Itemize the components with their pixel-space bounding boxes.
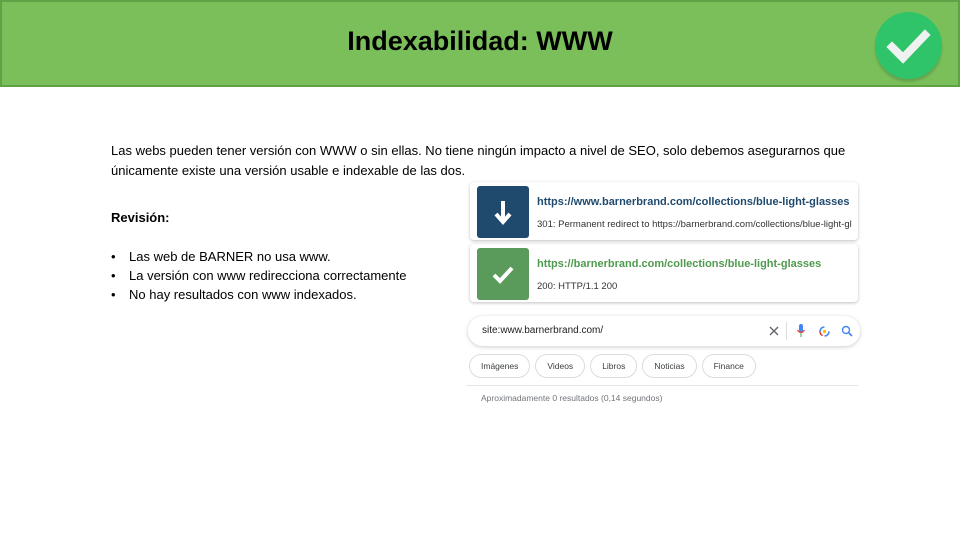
- page-title: Indexabilidad: WWW: [347, 26, 613, 56]
- chip-videos[interactable]: Videos: [535, 354, 586, 378]
- redirect-status: 200: HTTP/1.1 200: [537, 281, 618, 292]
- google-search-input[interactable]: site:www.barnerbrand.com/: [468, 316, 860, 346]
- revision-heading: Revisión:: [111, 210, 170, 225]
- redirect-url[interactable]: https://barnerbrand.com/collections/blue…: [537, 258, 821, 270]
- chip-books[interactable]: Libros: [590, 354, 638, 378]
- redirect-card-www: https://www.barnerbrand.com/collections/…: [470, 182, 858, 240]
- search-filter-chips: Imágenes Videos Libros Noticias Finance: [469, 354, 756, 378]
- microphone-icon[interactable]: [796, 323, 806, 339]
- check-icon: [477, 248, 529, 300]
- list-item: Las web de BARNER no usa www.: [111, 247, 406, 266]
- list-item: No hay resultados con www indexados.: [111, 285, 406, 304]
- revision-list: Las web de BARNER no usa www. La versión…: [111, 247, 406, 304]
- list-item: La versión con www redirecciona correcta…: [111, 266, 406, 285]
- redirect-card-non-www: https://barnerbrand.com/collections/blue…: [470, 244, 858, 302]
- divider: [786, 322, 787, 340]
- redirect-status: 301: Permanent redirect to https://barne…: [537, 219, 852, 230]
- chip-images[interactable]: Imágenes: [469, 354, 531, 378]
- divider: [466, 385, 858, 386]
- lens-icon[interactable]: [818, 325, 831, 338]
- intro-text: Las webs pueden tener versión con WWW o …: [111, 143, 846, 178]
- search-query[interactable]: site:www.barnerbrand.com/: [482, 325, 603, 336]
- redirect-url[interactable]: https://www.barnerbrand.com/collections/…: [537, 196, 850, 208]
- results-count: Aproximadamente 0 resultados (0,14 segun…: [481, 393, 663, 403]
- chip-news[interactable]: Noticias: [642, 354, 697, 378]
- header-bar: Indexabilidad: WWW: [0, 0, 960, 87]
- chip-finance[interactable]: Finance: [701, 354, 756, 378]
- clear-icon[interactable]: [768, 325, 780, 337]
- check-circle-icon: [875, 12, 942, 79]
- arrow-down-icon: [477, 186, 529, 238]
- search-icon[interactable]: [841, 325, 853, 337]
